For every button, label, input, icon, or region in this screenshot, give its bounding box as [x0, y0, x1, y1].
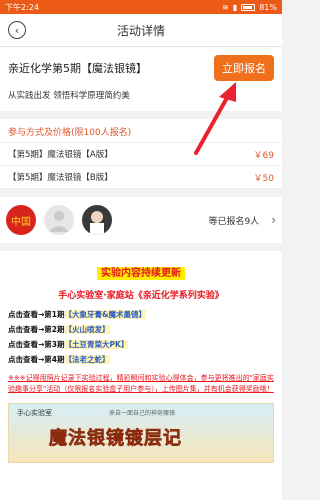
issue-link-title: 【土豆青菜大PK】 [64, 340, 129, 349]
attendees-row[interactable]: 中国 等已报名9人 › [0, 197, 282, 243]
activity-content: 实验内容持续更新 手心实验室·家庭站《亲近化学系列实验》 点击查看→第1期【大象… [0, 251, 282, 500]
user-photo-icon [90, 211, 104, 235]
avatar: 中国 [6, 205, 36, 235]
issue-link-title: 【大象牙膏&魔术墨镜】 [64, 310, 147, 319]
back-icon[interactable]: ‹ [8, 21, 26, 39]
price-option-name: 【第5期】魔法银镜【A版】 [8, 150, 113, 160]
issue-link-prefix: 点击查看→第2期 [8, 325, 65, 334]
price-option[interactable]: 【第5期】魔法银镜【A版】 ￥69 [0, 143, 282, 166]
issue-link-title: 【火山喷发】 [64, 325, 110, 334]
content-notice: ※※※记得用照片记录下实验过程，精彩瞬间和实验心得体会，参与更将推出的"家庭实验… [8, 374, 274, 393]
page-title: 活动详情 [116, 23, 165, 38]
issue-link[interactable]: 点击查看→第3期【土豆青菜大PK】 [8, 339, 274, 350]
default-user-icon [49, 211, 69, 232]
issue-link-prefix: 点击查看→第1期 [8, 310, 65, 319]
status-icons: ≋ ▮ 81% [222, 3, 277, 12]
pricing-header: 参与方式及价格(限100人报名) [0, 119, 282, 143]
activity-header: 亲近化学第5期【魔法银镜】 立即报名 从实践出发 领悟科学原理简约美 [0, 47, 282, 111]
nav-bar: ‹ 活动详情 [0, 14, 282, 47]
attendee-count: 等已报名9人 [208, 216, 260, 227]
issue-link-title: 【法老之蛇】 [64, 355, 110, 364]
issue-link-prefix: 点击查看→第4期 [8, 355, 65, 364]
price-option[interactable]: 【第5期】魔法银镜【B版】 ￥50 [0, 166, 282, 189]
activity-subtitle: 从实践出发 领悟科学原理简约美 [8, 91, 130, 101]
battery-level: 81% [259, 2, 277, 12]
issue-link[interactable]: 点击查看→第1期【大象牙膏&魔术墨镜】 [8, 309, 274, 320]
price-option-price: ￥69 [253, 150, 274, 161]
activity-poster: 手心实验室 来自一面自己的神奇魔镜 魔法银镜镀层记 [8, 403, 274, 463]
battery-icon [241, 3, 256, 11]
signup-button[interactable]: 立即报名 [214, 55, 274, 81]
poster-logo: 手心实验室 [17, 409, 52, 417]
price-option-name: 【第5期】魔法银镜【B版】 [8, 173, 113, 183]
content-banner: 实验内容持续更新 [97, 267, 185, 280]
issue-link-prefix: 点击查看→第3期 [8, 340, 65, 349]
poster-tagline: 来自一面自己的神奇魔镜 [109, 410, 176, 417]
status-bar: 下午2:24 ≋ ▮ 81% [0, 0, 282, 14]
status-time: 下午2:24 [5, 2, 39, 12]
avatar [82, 205, 112, 235]
signal-icon: ▮ [232, 2, 238, 12]
content-subhead: 手心实验室·家庭站《亲近化学系列实验》 [58, 291, 224, 301]
activity-title: 亲近化学第5期【魔法银镜】 [8, 62, 147, 75]
price-option-price: ￥50 [253, 173, 274, 184]
avatar [44, 205, 74, 235]
wifi-icon: ≋ [222, 2, 229, 12]
avatar-text: 中国 [11, 216, 31, 228]
issue-link[interactable]: 点击查看→第2期【火山喷发】 [8, 324, 274, 335]
poster-title: 魔法银镜镀层记 [49, 428, 182, 450]
issue-link[interactable]: 点击查看→第4期【法老之蛇】 [8, 354, 274, 365]
chevron-right-icon: › [271, 213, 276, 227]
